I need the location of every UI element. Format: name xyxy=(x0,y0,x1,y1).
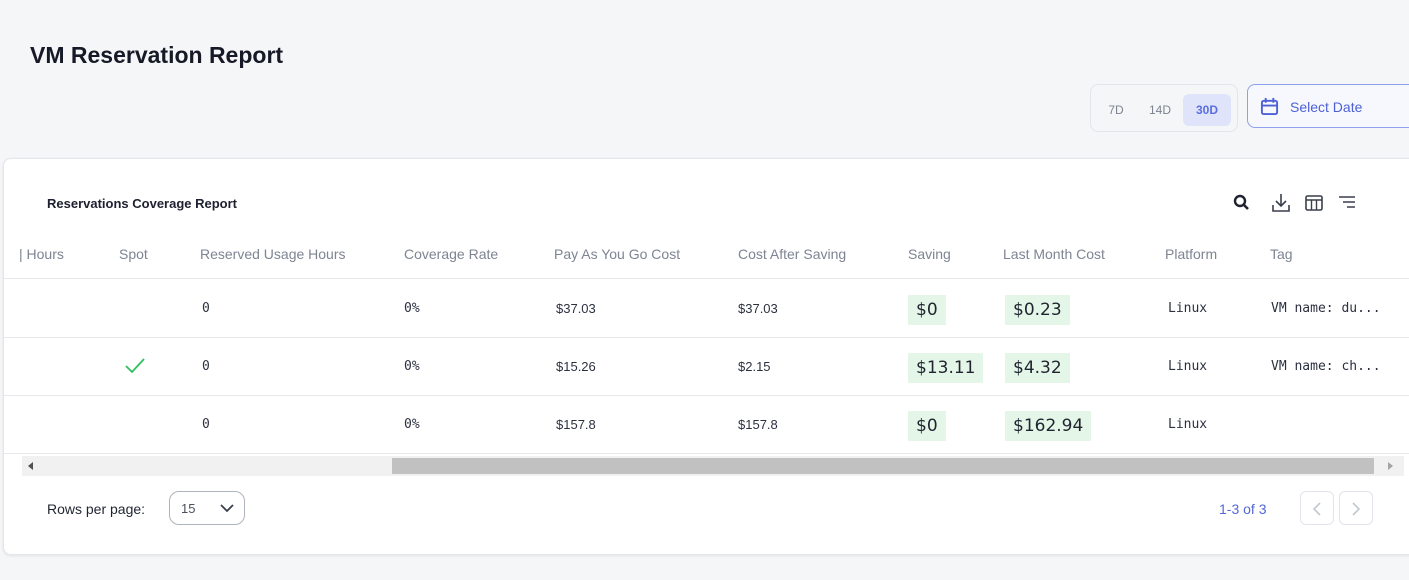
chevron-down-icon xyxy=(220,504,234,513)
reserved-usage-hours-cell: 0 xyxy=(202,301,210,316)
select-date-button[interactable]: Select Date xyxy=(1247,84,1409,128)
last-month-cost-cell: $4.32 xyxy=(1005,353,1070,383)
table-row[interactable]: 0 0% $37.03 $37.03 $0 $0.23 Linux VM nam… xyxy=(4,280,1409,338)
table-header: | Hours Spot Reserved Usage Hours Covera… xyxy=(4,229,1409,279)
scroll-left-arrow-icon[interactable] xyxy=(28,462,33,470)
scrollbar-thumb[interactable] xyxy=(392,458,1374,474)
col-last-month-cost[interactable]: Last Month Cost xyxy=(1003,246,1105,262)
download-icon[interactable] xyxy=(1269,191,1293,215)
prev-page-button[interactable] xyxy=(1300,491,1334,525)
col-platform[interactable]: Platform xyxy=(1165,246,1217,262)
rows-per-page-value: 15 xyxy=(181,501,196,516)
range-30d-button[interactable]: 30D xyxy=(1183,94,1231,126)
filter-icon[interactable] xyxy=(1335,191,1359,215)
page-title: VM Reservation Report xyxy=(30,42,284,68)
rows-per-page-label: Rows per page: xyxy=(47,501,146,517)
last-month-cost-cell: $0.23 xyxy=(1005,295,1070,325)
col-reserved-usage-hours[interactable]: Reserved Usage Hours xyxy=(200,246,346,262)
col-hours[interactable]: | Hours xyxy=(19,246,64,262)
next-page-button[interactable] xyxy=(1339,491,1373,525)
checkmark-icon xyxy=(125,358,145,374)
col-pay-as-you-go-cost[interactable]: Pay As You Go Cost xyxy=(554,246,680,262)
platform-cell: Linux xyxy=(1168,417,1208,432)
table-row[interactable]: 0 0% $15.26 $2.15 $13.11 $4.32 Linux VM … xyxy=(4,338,1409,396)
pay-as-you-go-cell: $15.26 xyxy=(556,359,596,374)
columns-icon[interactable] xyxy=(1302,191,1326,215)
coverage-rate-cell: 0% xyxy=(404,359,420,374)
col-coverage-rate[interactable]: Coverage Rate xyxy=(404,246,498,262)
rows-per-page-select[interactable]: 15 xyxy=(169,491,245,525)
saving-cell: $0 xyxy=(908,295,946,325)
platform-cell: Linux xyxy=(1168,359,1208,374)
chevron-right-icon xyxy=(1352,502,1361,516)
saving-cell: $13.11 xyxy=(908,353,984,383)
pagination-range: 1-3 of 3 xyxy=(1219,501,1267,517)
chevron-left-icon xyxy=(1312,502,1321,516)
search-icon[interactable] xyxy=(1230,191,1254,215)
pay-as-you-go-cell: $37.03 xyxy=(556,301,596,316)
coverage-rate-cell: 0% xyxy=(404,301,420,316)
last-month-cost-cell: $162.94 xyxy=(1005,411,1092,441)
horizontal-scrollbar[interactable] xyxy=(22,456,1404,476)
reserved-usage-hours-cell: 0 xyxy=(202,359,210,374)
scroll-right-arrow-icon[interactable] xyxy=(1388,462,1393,470)
col-saving[interactable]: Saving xyxy=(908,246,951,262)
report-title: Reservations Coverage Report xyxy=(47,196,238,211)
saving-cell: $0 xyxy=(908,411,946,441)
platform-cell: Linux xyxy=(1168,301,1208,316)
date-range-toggle: 7D 14D 30D xyxy=(1090,84,1238,132)
select-date-label: Select Date xyxy=(1290,99,1363,115)
range-7d-button[interactable]: 7D xyxy=(1099,94,1133,126)
col-spot[interactable]: Spot xyxy=(119,246,148,262)
coverage-rate-cell: 0% xyxy=(404,417,420,432)
coverage-report-card: Reservations Coverage Report | Hours Spo… xyxy=(3,158,1409,555)
reserved-usage-hours-cell: 0 xyxy=(202,417,210,432)
tag-cell: VM name: ch... xyxy=(1271,359,1381,374)
table-row[interactable]: 0 0% $157.8 $157.8 $0 $162.94 Linux xyxy=(4,396,1409,454)
cost-after-saving-cell: $157.8 xyxy=(738,417,778,432)
range-14d-button[interactable]: 14D xyxy=(1141,94,1179,126)
cost-after-saving-cell: $37.03 xyxy=(738,301,778,316)
tag-cell: VM name: du... xyxy=(1271,301,1381,316)
cost-after-saving-cell: $2.15 xyxy=(738,359,771,374)
col-tag[interactable]: Tag xyxy=(1270,246,1293,262)
col-cost-after-saving[interactable]: Cost After Saving xyxy=(738,246,846,262)
calendar-icon xyxy=(1260,97,1279,116)
pay-as-you-go-cell: $157.8 xyxy=(556,417,596,432)
